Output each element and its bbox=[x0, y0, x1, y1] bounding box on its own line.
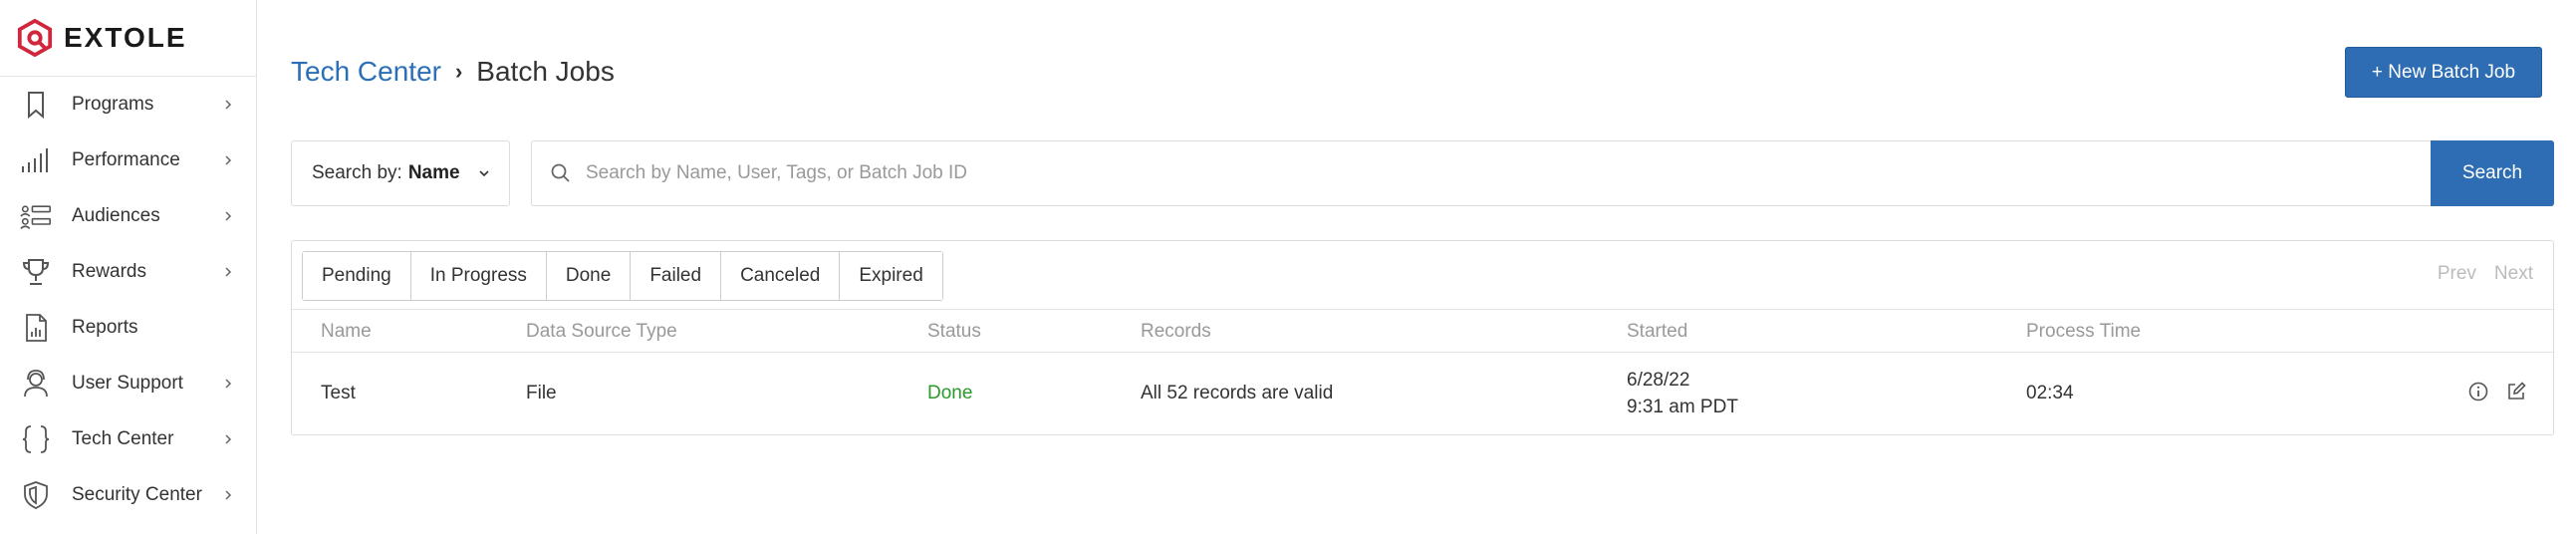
braces-icon bbox=[18, 423, 54, 455]
column-header-process-time[interactable]: Process Time bbox=[2026, 321, 2141, 343]
sidebar-item-label: Tech Center bbox=[72, 428, 174, 449]
sidebar-item-label: Audiences bbox=[72, 205, 160, 226]
sidebar-item-label: Programs bbox=[72, 94, 154, 115]
bar-chart-icon bbox=[18, 144, 54, 176]
sidebar-item-programs[interactable]: Programs bbox=[0, 77, 256, 133]
new-batch-job-button[interactable]: + New Batch Job bbox=[2345, 47, 2542, 98]
prev-page-button[interactable]: Prev bbox=[2438, 263, 2476, 285]
search-box bbox=[531, 140, 2434, 206]
batch-jobs-panel: Pending In Progress Done Failed Canceled… bbox=[291, 240, 2554, 435]
shield-icon bbox=[18, 479, 54, 511]
chevron-down-icon bbox=[479, 170, 489, 177]
column-header-records[interactable]: Records bbox=[1141, 321, 1211, 343]
column-header-status[interactable]: Status bbox=[927, 321, 981, 343]
extole-logo-icon bbox=[17, 19, 53, 57]
cell-data-source-type: File bbox=[526, 383, 557, 403]
search-by-value: Name bbox=[407, 162, 460, 183]
page-title: Batch Jobs bbox=[476, 56, 615, 87]
sidebar-item-audiences[interactable]: Audiences bbox=[0, 188, 256, 244]
cell-name: Test bbox=[321, 383, 356, 403]
search-by-dropdown[interactable]: Search by: Name bbox=[291, 140, 510, 206]
report-document-icon bbox=[18, 312, 54, 344]
cell-records: All 52 records are valid bbox=[1141, 383, 1334, 403]
sidebar-item-security-center[interactable]: Security Center bbox=[0, 467, 256, 523]
sidebar: EXTOLE Programs Performance Audiences Re… bbox=[0, 0, 257, 534]
tab-pending[interactable]: Pending bbox=[303, 252, 411, 300]
started-date: 6/28/22 bbox=[1627, 370, 1690, 391]
tab-failed[interactable]: Failed bbox=[631, 252, 722, 300]
sidebar-item-rewards[interactable]: Rewards bbox=[0, 244, 256, 300]
chevron-right-icon bbox=[225, 379, 232, 389]
tab-canceled[interactable]: Canceled bbox=[721, 252, 841, 300]
search-input[interactable] bbox=[586, 162, 2379, 184]
tab-expired[interactable]: Expired bbox=[840, 252, 942, 300]
chevron-right-icon bbox=[225, 211, 232, 221]
status-filter-tabs: Pending In Progress Done Failed Canceled… bbox=[302, 251, 943, 301]
brand-name: EXTOLE bbox=[64, 22, 187, 53]
sidebar-item-reports[interactable]: Reports bbox=[0, 300, 256, 356]
sidebar-item-user-support[interactable]: User Support bbox=[0, 356, 256, 411]
sidebar-item-label: Security Center bbox=[72, 484, 202, 505]
cell-process-time: 02:34 bbox=[2026, 383, 2074, 403]
sidebar-nav: Programs Performance Audiences Rewards R… bbox=[0, 77, 256, 523]
brand-header[interactable]: EXTOLE bbox=[0, 0, 256, 77]
chevron-right-icon bbox=[225, 434, 232, 444]
tab-in-progress[interactable]: In Progress bbox=[410, 252, 547, 300]
column-header-data-source-type[interactable]: Data Source Type bbox=[526, 321, 677, 343]
sidebar-item-performance[interactable]: Performance bbox=[0, 133, 256, 188]
table-header: Name Data Source Type Status Records Sta… bbox=[292, 309, 2553, 353]
sidebar-item-tech-center[interactable]: Tech Center bbox=[0, 411, 256, 467]
started-time: 9:31 am PDT bbox=[1627, 397, 1738, 417]
breadcrumb-tech-center-link[interactable]: Tech Center bbox=[291, 56, 441, 88]
audience-list-icon bbox=[18, 200, 54, 232]
chevron-right-icon bbox=[225, 490, 232, 500]
cell-started: 6/28/22 9:31 am PDT bbox=[1627, 367, 1738, 420]
sidebar-item-label: User Support bbox=[72, 373, 183, 394]
chevron-right-icon bbox=[225, 155, 232, 165]
sidebar-item-label: Reports bbox=[72, 317, 138, 338]
pagination: Prev Next bbox=[2438, 263, 2533, 285]
search-button[interactable]: Search bbox=[2431, 140, 2554, 206]
table-row[interactable]: Test File Done All 52 records are valid … bbox=[292, 353, 2553, 435]
main-content: Tech Center › Batch Jobs + New Batch Job… bbox=[257, 0, 2576, 534]
bookmark-icon bbox=[18, 89, 54, 121]
info-icon[interactable] bbox=[2467, 381, 2489, 402]
sidebar-item-label: Performance bbox=[72, 149, 180, 170]
trophy-icon bbox=[18, 256, 54, 288]
status-badge: Done bbox=[927, 383, 973, 403]
chevron-right-icon bbox=[225, 100, 232, 110]
chevron-right-icon bbox=[225, 267, 232, 277]
breadcrumb-separator: › bbox=[454, 59, 463, 84]
row-actions bbox=[2467, 381, 2527, 402]
column-header-name[interactable]: Name bbox=[321, 321, 372, 343]
sidebar-item-label: Rewards bbox=[72, 261, 146, 282]
edit-icon[interactable] bbox=[2505, 381, 2527, 402]
tab-done[interactable]: Done bbox=[546, 252, 632, 300]
search-icon bbox=[551, 163, 570, 182]
headset-user-icon bbox=[18, 368, 54, 400]
next-page-button[interactable]: Next bbox=[2494, 263, 2533, 285]
search-by-prefix: Search by: bbox=[312, 162, 402, 183]
column-header-started[interactable]: Started bbox=[1627, 321, 1687, 343]
breadcrumb: Tech Center › Batch Jobs bbox=[291, 56, 615, 88]
